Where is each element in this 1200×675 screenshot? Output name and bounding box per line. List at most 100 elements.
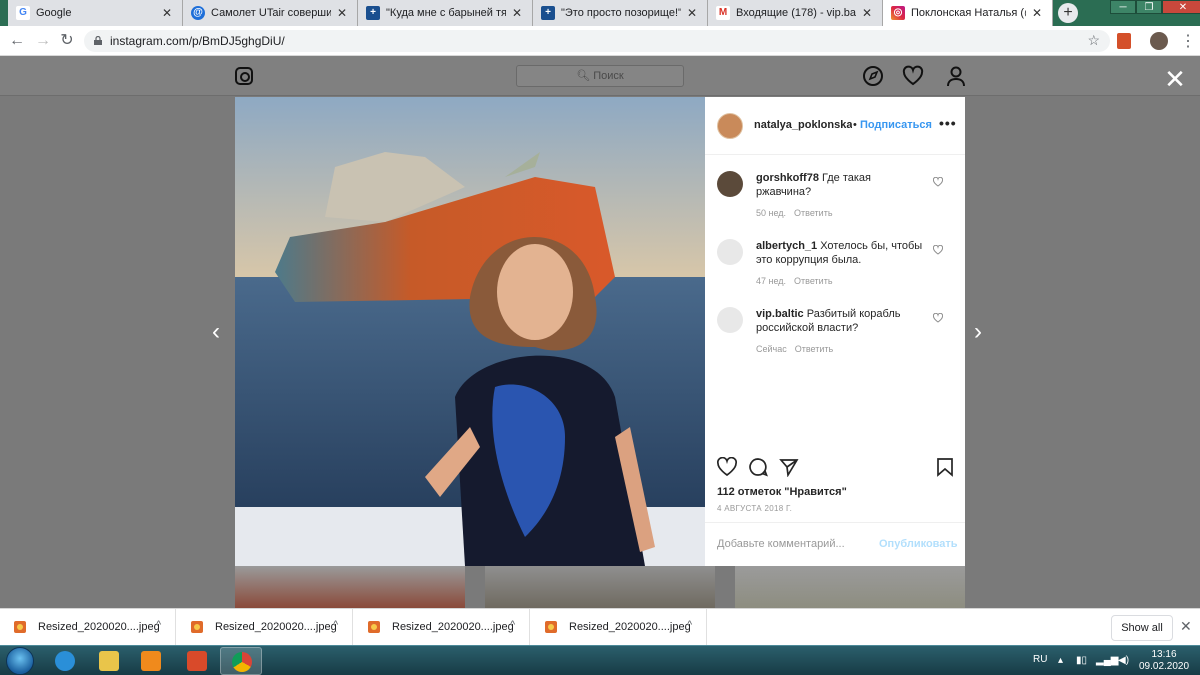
chevron-up-icon[interactable]: ^ xyxy=(510,619,515,631)
comment-time: 50 нед. xyxy=(756,208,787,218)
grid-thumbnail[interactable] xyxy=(235,566,465,608)
volume-icon[interactable]: ◀) xyxy=(1118,655,1129,666)
extension-icon[interactable] xyxy=(1117,33,1131,49)
url-input[interactable]: instagram.com/p/BmDJ5ghgDiU/ ☆ xyxy=(84,30,1110,52)
comment-item: gorshkoff78 Где такая ржавчина? 50 нед. О… xyxy=(705,171,965,231)
profile-avatar[interactable] xyxy=(1150,32,1168,50)
previous-post-chevron-icon[interactable]: ‹ xyxy=(212,320,228,344)
instagram-logo-icon[interactable] xyxy=(235,67,253,85)
tab-title: "Куда мне с барыней тягать xyxy=(386,7,506,19)
tab-news-2[interactable]: + "Это просто позорище!": По ✕ xyxy=(533,0,708,26)
download-filename: Resized_2020020....jpeg xyxy=(569,621,691,633)
follow-button[interactable]: Подписаться xyxy=(860,119,932,131)
search-input[interactable]: 🔍︎ Поиск xyxy=(516,65,684,87)
minimize-button[interactable]: ─ xyxy=(1110,0,1136,14)
start-button[interactable] xyxy=(6,647,34,675)
reload-button[interactable]: ↻ xyxy=(58,32,76,50)
taskbar-app[interactable] xyxy=(176,647,218,675)
download-filename: Resized_2020020....jpeg xyxy=(215,621,337,633)
tab-instagram[interactable]: ◎ Поклонская Наталья (@natal ✕ xyxy=(883,0,1053,26)
close-tab-icon[interactable]: ✕ xyxy=(160,6,174,20)
comment-meta: 47 нед. Ответить xyxy=(756,276,841,286)
avatar[interactable] xyxy=(717,171,743,197)
chevron-up-icon[interactable]: ^ xyxy=(687,619,692,631)
download-item[interactable]: Resized_2020020....jpeg ^ xyxy=(354,609,530,646)
forward-button[interactable]: → xyxy=(34,32,52,50)
avatar[interactable] xyxy=(717,307,743,333)
back-button[interactable]: ← xyxy=(8,32,26,50)
likes-count[interactable]: 112 отметок "Нравится" xyxy=(717,486,847,498)
comment-input[interactable]: Добавьте комментарий... xyxy=(717,538,845,550)
reply-button[interactable]: Ответить xyxy=(794,208,832,218)
post-photo xyxy=(235,97,705,566)
comment-username[interactable]: albertych_1 xyxy=(756,240,817,252)
window-close-button[interactable]: ✕ xyxy=(1162,0,1200,14)
grid-thumbnail[interactable] xyxy=(735,566,965,608)
instagram-icon: ◎ xyxy=(891,6,905,20)
language-indicator[interactable]: RU xyxy=(1033,654,1047,665)
publish-button[interactable]: Опубликовать xyxy=(879,538,958,550)
close-tab-icon[interactable]: ✕ xyxy=(510,6,524,20)
close-tab-icon[interactable]: ✕ xyxy=(685,6,699,20)
restore-button[interactable]: ❐ xyxy=(1136,0,1162,14)
new-tab-button[interactable]: + xyxy=(1058,3,1078,23)
comment-username[interactable]: vip.baltic xyxy=(756,308,804,320)
comment-time: Сейчас xyxy=(756,344,787,354)
post-username[interactable]: natalya_poklonskaya xyxy=(754,119,852,131)
close-modal-icon[interactable]: ✕ xyxy=(1164,66,1186,92)
comment-text: vip.baltic Разбитый корабль российской в… xyxy=(756,307,926,335)
tab-gmail[interactable]: M Входящие (178) - vip.baltic2@ ✕ xyxy=(708,0,883,26)
reply-button[interactable]: Ответить xyxy=(794,276,832,286)
search-icon: 🔍︎ xyxy=(576,70,594,82)
tab-utair[interactable]: @ Самолет UTair совершил жес ✕ xyxy=(183,0,358,26)
taskbar-media[interactable] xyxy=(130,647,172,675)
like-comment-heart-icon[interactable] xyxy=(933,313,943,323)
download-item[interactable]: Resized_2020020....jpeg ^ xyxy=(531,609,707,646)
paint-icon xyxy=(187,651,207,671)
tab-google[interactable]: G Google ✕ xyxy=(8,0,183,26)
chevron-up-icon[interactable]: ^ xyxy=(156,619,161,631)
close-tab-icon[interactable]: ✕ xyxy=(335,6,349,20)
bookmark-star-icon[interactable]: ☆ xyxy=(1087,32,1100,49)
next-post-chevron-icon[interactable]: › xyxy=(974,320,990,344)
tab-news-1[interactable]: + "Куда мне с барыней тягать ✕ xyxy=(358,0,533,26)
profile-person-icon[interactable] xyxy=(945,65,967,87)
show-hidden-icons-icon[interactable]: ▴ xyxy=(1058,655,1063,666)
system-clock[interactable]: 13:16 09.02.2020 xyxy=(1139,649,1189,673)
image-file-icon xyxy=(191,621,203,633)
activity-heart-icon[interactable] xyxy=(902,65,924,87)
download-item[interactable]: Resized_2020020....jpeg ^ xyxy=(0,609,176,646)
tab-strip: G Google ✕ @ Самолет UTair совершил жес … xyxy=(0,0,1200,26)
like-heart-icon[interactable] xyxy=(717,457,737,477)
network-icon[interactable]: ▮▯ xyxy=(1076,655,1087,666)
taskbar-explorer[interactable] xyxy=(88,647,130,675)
close-tab-icon[interactable]: ✕ xyxy=(860,6,874,20)
share-send-icon[interactable] xyxy=(779,457,799,477)
like-comment-heart-icon[interactable] xyxy=(933,245,943,255)
grid-thumbnail[interactable] xyxy=(485,566,715,608)
save-bookmark-icon[interactable] xyxy=(935,457,955,477)
taskbar-chrome[interactable] xyxy=(220,647,262,675)
close-tab-icon[interactable]: ✕ xyxy=(1030,6,1044,20)
download-item[interactable]: Resized_2020020....jpeg ^ xyxy=(177,609,353,646)
tab-title: Входящие (178) - vip.baltic2@ xyxy=(736,7,856,19)
media-player-icon xyxy=(141,651,161,671)
avatar[interactable] xyxy=(717,113,743,139)
comment-bubble-icon[interactable] xyxy=(748,457,768,477)
like-comment-heart-icon[interactable] xyxy=(933,177,943,187)
lock-icon xyxy=(94,36,102,45)
taskbar-ie[interactable] xyxy=(44,647,86,675)
comment-text: gorshkoff78 Где такая ржавчина? xyxy=(756,171,926,199)
signal-icon[interactable]: ▂▄▆ xyxy=(1096,655,1118,666)
show-all-button[interactable]: Show all xyxy=(1111,615,1173,641)
browser-menu-icon[interactable]: ⋮ xyxy=(1180,31,1196,51)
more-options-icon[interactable]: ••• xyxy=(939,115,957,131)
google-icon: G xyxy=(16,6,30,20)
close-downloads-icon[interactable]: ✕ xyxy=(1180,618,1192,635)
explore-compass-icon[interactable] xyxy=(862,65,884,87)
comment-username[interactable]: gorshkoff78 xyxy=(756,172,819,184)
chevron-up-icon[interactable]: ^ xyxy=(333,619,338,631)
reply-button[interactable]: Ответить xyxy=(795,344,833,354)
news-icon: + xyxy=(366,6,380,20)
avatar[interactable] xyxy=(717,239,743,265)
